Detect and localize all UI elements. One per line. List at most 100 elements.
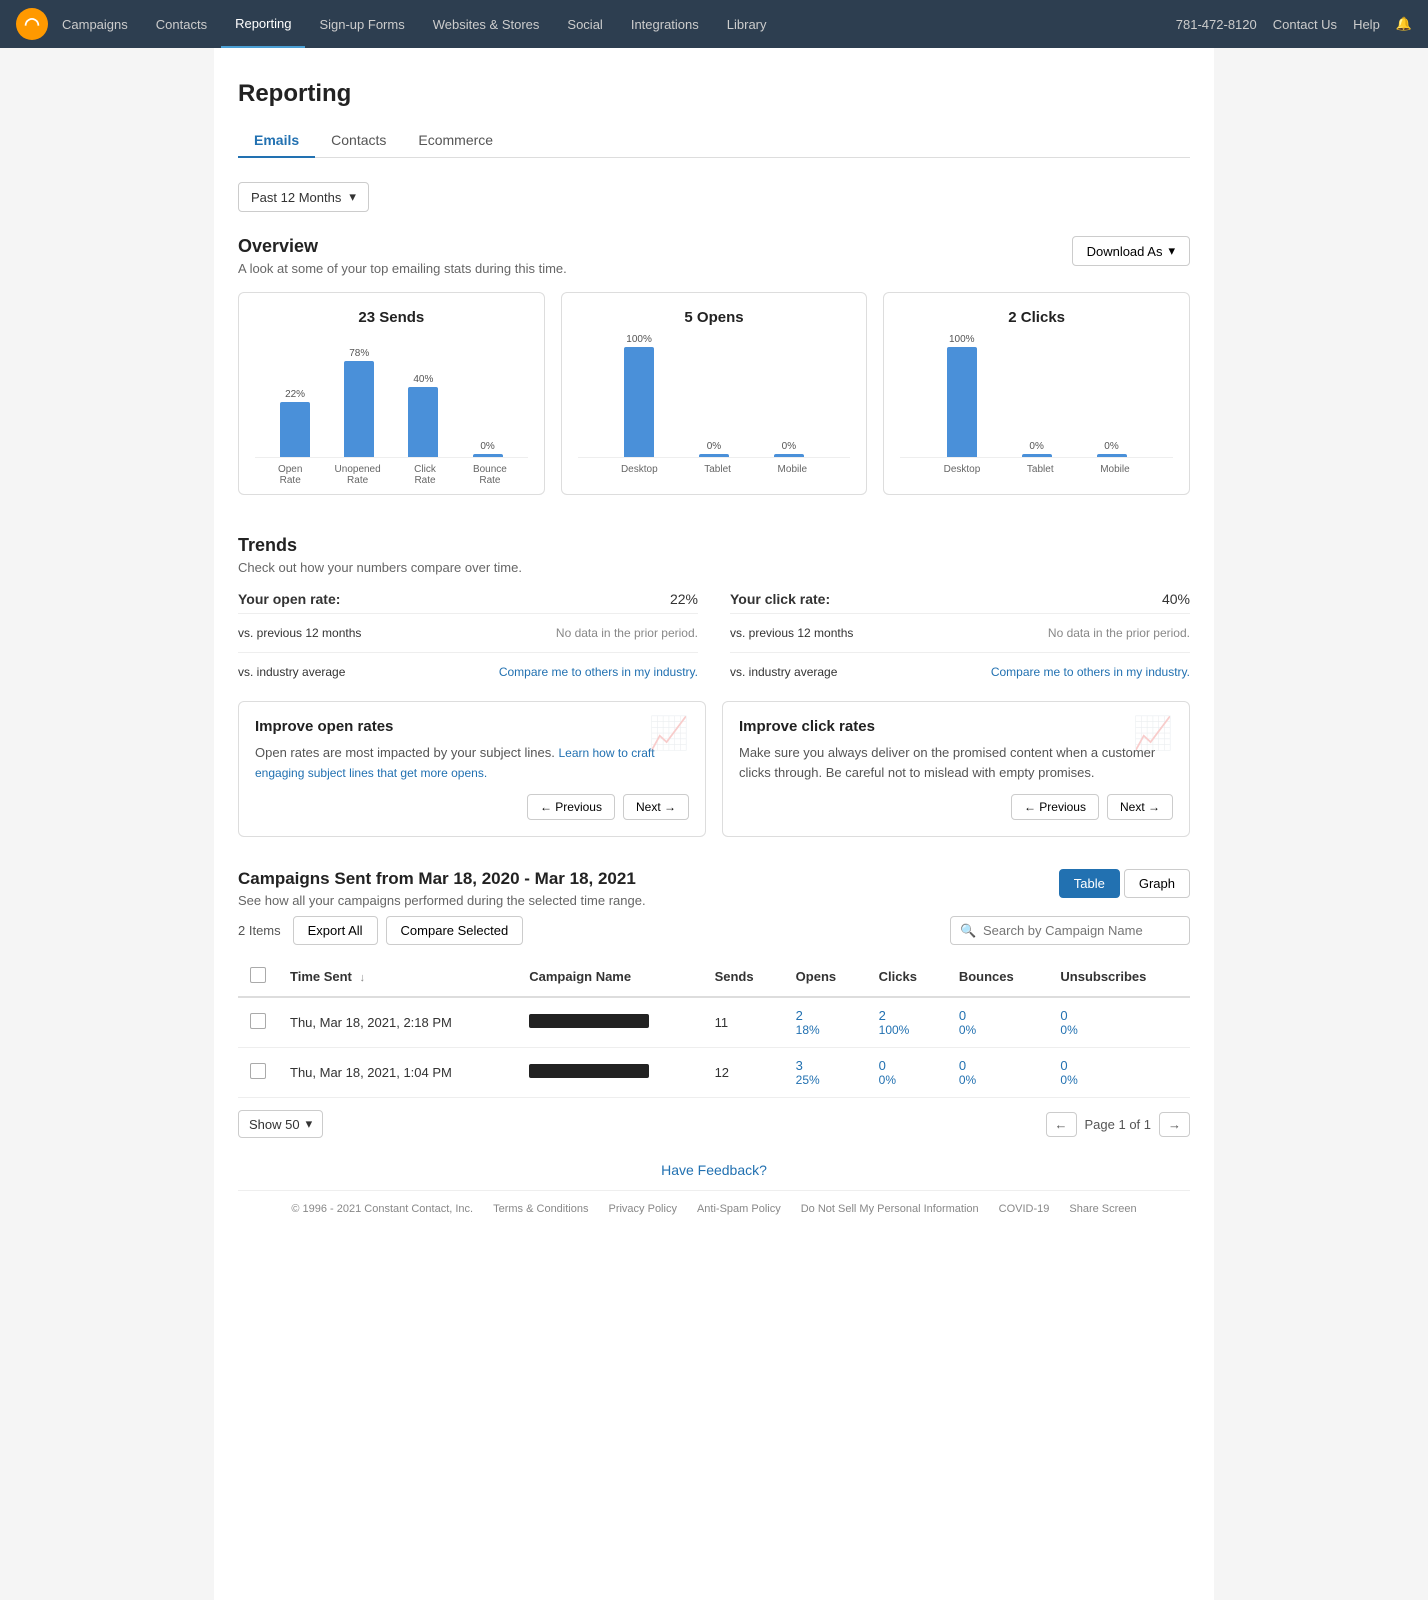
- col-time-sent[interactable]: Time Sent ↓: [278, 957, 517, 997]
- open-rate-trend: Your open rate: 22% vs. previous 12 mont…: [238, 591, 698, 685]
- nav-contacts[interactable]: Contacts: [142, 0, 221, 48]
- col-unsubscribes[interactable]: Unsubscribes: [1048, 957, 1190, 997]
- row2-clicks: 0 0%: [867, 1048, 947, 1098]
- prev-page-button[interactable]: ←: [1046, 1112, 1077, 1137]
- tab-emails[interactable]: Emails: [238, 124, 315, 158]
- search-input[interactable]: [950, 916, 1190, 945]
- clicks-mobile-bar: [1097, 454, 1127, 457]
- row2-campaign-name: [517, 1048, 702, 1098]
- table-view-button[interactable]: Table: [1059, 869, 1120, 898]
- row1-checkbox[interactable]: [250, 1013, 266, 1029]
- nav-websites-stores[interactable]: Websites & Stores: [419, 0, 554, 48]
- export-all-button[interactable]: Export All: [293, 916, 378, 945]
- col-opens[interactable]: Opens: [784, 957, 867, 997]
- phone-number: 781-472-8120: [1176, 17, 1257, 32]
- next-page-button[interactable]: →: [1159, 1112, 1190, 1137]
- opens-chart-title: 5 Opens: [578, 309, 851, 326]
- tip-left-prev-button[interactable]: ← Previous: [527, 794, 615, 820]
- unopened-rate-bar: [344, 361, 374, 457]
- bar-label-22: 22%: [280, 389, 310, 400]
- top-navigation: ◠ Campaigns Contacts Reporting Sign-up F…: [0, 0, 1428, 48]
- row1-bounces: 0 0%: [947, 997, 1049, 1048]
- overview-header: Overview A look at some of your top emai…: [238, 236, 1190, 276]
- footer-covid[interactable]: COVID-19: [999, 1203, 1050, 1215]
- clicks-desktop-bar: [947, 347, 977, 457]
- tip-right-actions: ← Previous Next →: [739, 794, 1173, 820]
- row2-sends: 12: [703, 1048, 784, 1098]
- click-rate-trend: Your click rate: 40% vs. previous 12 mon…: [730, 591, 1190, 685]
- col-campaign-name[interactable]: Campaign Name: [517, 957, 702, 997]
- open-rate-bar: [280, 402, 310, 457]
- footer-do-not-sell[interactable]: Do Not Sell My Personal Information: [801, 1203, 979, 1215]
- trends-title: Trends: [238, 535, 1190, 556]
- page-content: Reporting Emails Contacts Ecommerce Past…: [214, 48, 1214, 1600]
- graph-view-button[interactable]: Graph: [1124, 869, 1190, 898]
- bar-label-40: 40%: [408, 374, 438, 385]
- open-rate-tip-card: Improve open rates Open rates are most i…: [238, 701, 706, 837]
- row2-bounces-pct: 0%: [959, 1073, 1037, 1087]
- click-rate-tip-card: Improve click rates Make sure you always…: [722, 701, 1190, 837]
- footer-privacy[interactable]: Privacy Policy: [608, 1203, 676, 1215]
- compare-industry-link-left[interactable]: Compare me to others in my industry.: [499, 665, 698, 679]
- chart-row: 23 Sends 22% 78%: [238, 292, 1190, 495]
- logo[interactable]: ◠: [16, 8, 48, 40]
- row1-sends: 11: [703, 997, 784, 1048]
- footer-share-screen[interactable]: Share Screen: [1069, 1203, 1136, 1215]
- clicks-mobile-pct: 0%: [1104, 441, 1118, 452]
- date-range-label: Past 12 Months: [251, 190, 341, 205]
- row1-time-sent: Thu, Mar 18, 2021, 2:18 PM: [278, 997, 517, 1048]
- feedback-link[interactable]: Have Feedback?: [661, 1162, 767, 1178]
- compare-industry-link-right[interactable]: Compare me to others in my industry.: [991, 665, 1190, 679]
- select-all-checkbox[interactable]: [250, 967, 266, 983]
- row2-bounces-val: 0: [959, 1058, 1037, 1073]
- notification-bell-icon[interactable]: 🔔: [1396, 16, 1412, 32]
- help-link[interactable]: Help: [1353, 17, 1380, 32]
- tip-right-next-button[interactable]: Next →: [1107, 794, 1173, 820]
- nav-integrations[interactable]: Integrations: [617, 0, 713, 48]
- campaigns-desc: See how all your campaigns performed dur…: [238, 893, 646, 908]
- campaigns-section: Campaigns Sent from Mar 18, 2020 - Mar 1…: [238, 869, 1190, 1138]
- nav-social[interactable]: Social: [553, 0, 616, 48]
- tab-contacts[interactable]: Contacts: [315, 124, 402, 158]
- tip-left-next-button[interactable]: Next →: [623, 794, 689, 820]
- col-sends[interactable]: Sends: [703, 957, 784, 997]
- footer-terms[interactable]: Terms & Conditions: [493, 1203, 588, 1215]
- row2-clicks-val: 0: [879, 1058, 935, 1073]
- row2-unsubs-pct: 0%: [1060, 1073, 1178, 1087]
- show-select[interactable]: Show 50 ▾: [238, 1110, 323, 1138]
- nav-library[interactable]: Library: [713, 0, 781, 48]
- open-rate-tip-body: Open rates are most impacted by your sub…: [255, 743, 689, 782]
- compare-selected-button[interactable]: Compare Selected: [386, 916, 524, 945]
- chart-icon-right: 📈: [1133, 714, 1173, 752]
- nav-reporting[interactable]: Reporting: [221, 0, 305, 48]
- col-bounces-label: Bounces: [959, 969, 1014, 984]
- tip-right-prev-button[interactable]: ← Previous: [1011, 794, 1099, 820]
- table-body: Thu, Mar 18, 2021, 2:18 PM 11 2 18% 2 10…: [238, 997, 1190, 1098]
- row2-opens-pct: 25%: [796, 1073, 855, 1087]
- sends-bar-chart: 22% 78% 40%: [255, 338, 528, 478]
- col-bounces[interactable]: Bounces: [947, 957, 1049, 997]
- opens-mobile-bar: [774, 454, 804, 457]
- row2-checkbox[interactable]: [250, 1063, 266, 1079]
- tab-ecommerce[interactable]: Ecommerce: [402, 124, 509, 158]
- row2-unsubs-val: 0: [1060, 1058, 1178, 1073]
- search-icon: 🔍: [960, 923, 976, 939]
- footer-antispam[interactable]: Anti-Spam Policy: [697, 1203, 781, 1215]
- nav-signup-forms[interactable]: Sign-up Forms: [305, 0, 418, 48]
- opens-bar-chart: 100% 0% 0% Desktop Tab: [578, 338, 851, 478]
- nav-campaigns[interactable]: Campaigns: [48, 0, 142, 48]
- contact-us-link[interactable]: Contact Us: [1273, 17, 1337, 32]
- col-clicks[interactable]: Clicks: [867, 957, 947, 997]
- row1-unsubs-pct: 0%: [1060, 1023, 1178, 1037]
- click-rate-tip-title: Improve click rates: [739, 718, 1173, 735]
- row1-clicks: 2 100%: [867, 997, 947, 1048]
- row1-campaign-name: [517, 997, 702, 1048]
- date-range-filter[interactable]: Past 12 Months ▾: [238, 182, 369, 212]
- row1-clicks-val: 2: [879, 1008, 935, 1023]
- click-rate-bar: [408, 387, 438, 457]
- download-as-button[interactable]: Download As ▾: [1072, 236, 1190, 266]
- filter-row: Past 12 Months ▾: [238, 182, 1190, 212]
- overview-title: Overview: [238, 236, 567, 257]
- unopened-rate-label: Unopened Rate: [333, 464, 383, 486]
- clicks-chart-title: 2 Clicks: [900, 309, 1173, 326]
